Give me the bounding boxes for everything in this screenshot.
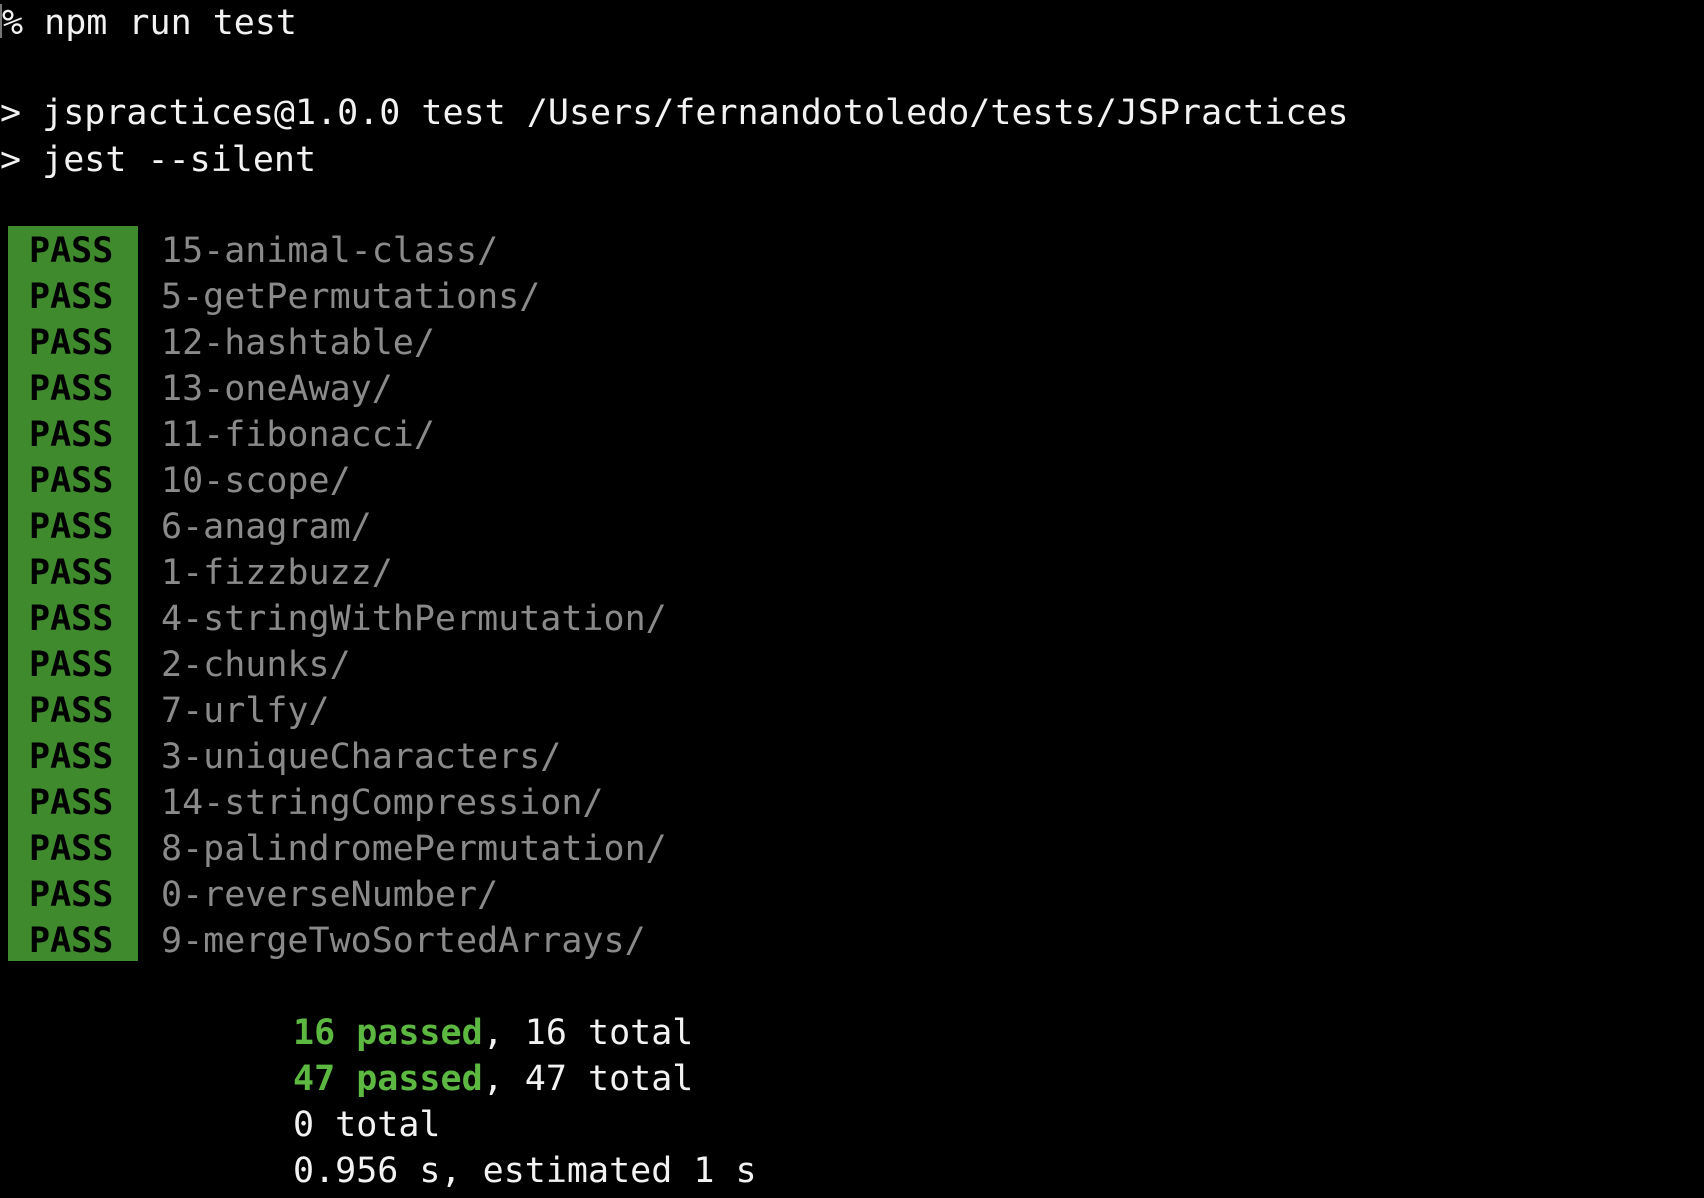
pass-badge: PASS (29, 691, 114, 731)
test-path: 0-reverseNumber/ (161, 875, 499, 915)
script-line-1: > jspractices@1.0.0 test /Users/fernando… (0, 93, 1349, 133)
test-path: 9-mergeTwoSortedArrays/ (161, 921, 646, 961)
test-path: 2-chunks/ (161, 645, 351, 685)
test-path: 7-urlfy/ (161, 691, 330, 731)
tests-passed: 47 passed (293, 1059, 483, 1099)
summary-suites: 16 passed, 16 total (293, 1010, 693, 1056)
test-path: 8-palindromePermutation/ (161, 829, 667, 869)
test-path: 11-fibonacci/ (161, 415, 435, 455)
test-path: 3-uniqueCharacters/ (161, 737, 562, 777)
pass-badge: PASS (29, 277, 114, 317)
pass-badge: PASS (29, 369, 114, 409)
pass-badge: PASS (29, 829, 114, 869)
pass-badge: PASS (29, 737, 114, 777)
pass-badge: PASS (29, 599, 114, 639)
summary-snapshots: 0 total (293, 1105, 441, 1145)
test-path: 10-scope/ (161, 461, 351, 501)
script-line-2: > jest --silent (0, 140, 317, 180)
pass-badge: PASS (29, 645, 114, 685)
suites-passed: 16 passed (293, 1013, 483, 1053)
test-path: 13-oneAway/ (161, 369, 393, 409)
tests-total: , 47 total (482, 1059, 694, 1099)
pass-badge: PASS (29, 461, 114, 501)
pass-badge: PASS (29, 507, 114, 547)
test-path: 12-hashtable/ (161, 323, 435, 363)
pass-badge: PASS (29, 783, 114, 823)
pass-badge: PASS (29, 553, 114, 593)
summary-tests: 47 passed, 47 total (293, 1056, 693, 1102)
summary-time: 0.956 s, estimated 1 s (293, 1151, 757, 1191)
pass-badge: PASS (29, 415, 114, 455)
pass-badge: PASS (29, 875, 114, 915)
test-path: 4-stringWithPermutation/ (161, 599, 667, 639)
pass-badge: PASS (29, 323, 114, 363)
suites-total: , 16 total (482, 1013, 694, 1053)
test-path: 15-animal-class/ (161, 231, 499, 271)
test-path: 14-stringCompression/ (161, 783, 604, 823)
pass-badge: PASS (29, 231, 114, 271)
test-path: 5-getPermutations/ (161, 277, 541, 317)
test-path: 6-anagram/ (161, 507, 372, 547)
pass-badge: PASS (29, 921, 114, 961)
test-path: 1-fizzbuzz/ (161, 553, 393, 593)
command-line: % npm run test (2, 3, 298, 43)
